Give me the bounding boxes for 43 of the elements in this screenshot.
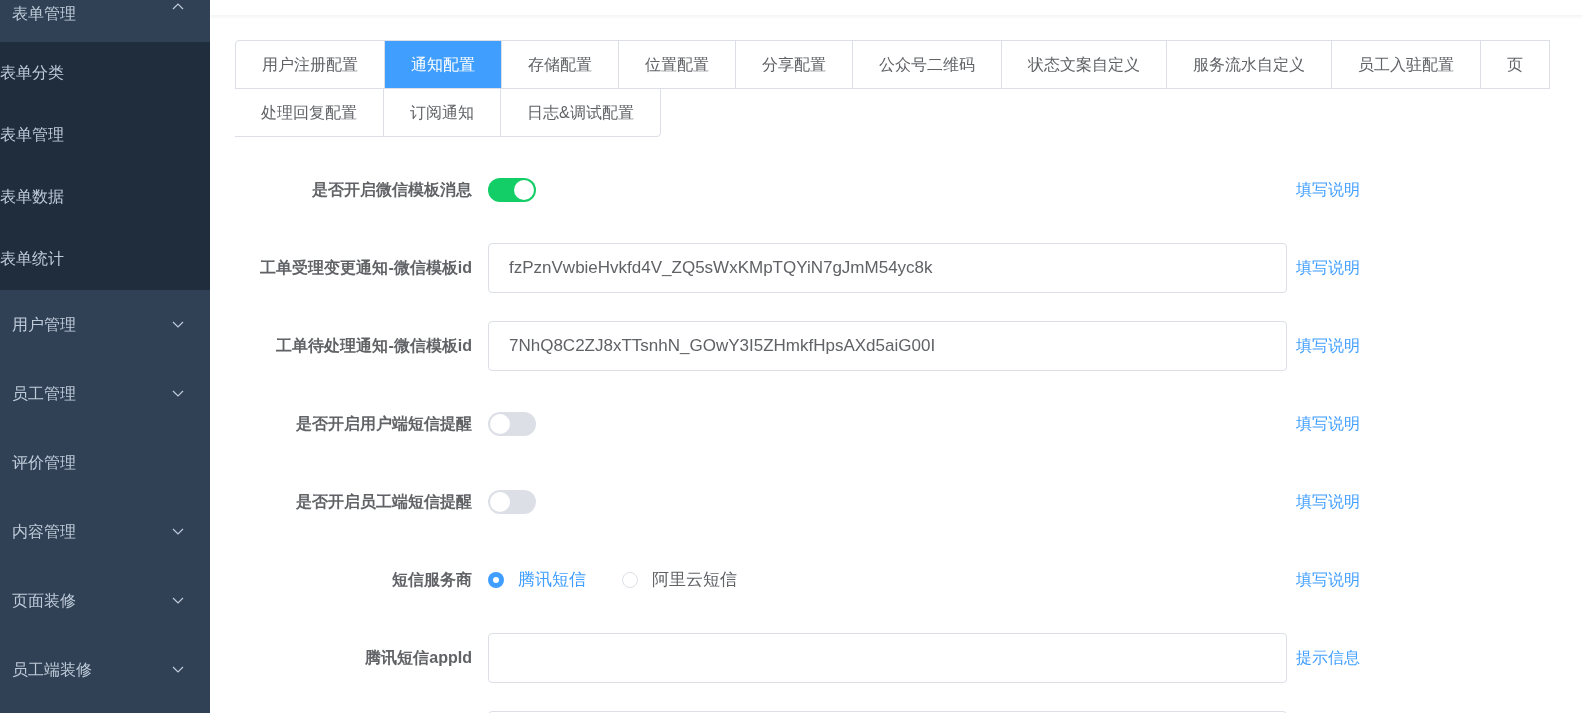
field-label: 是否开启微信模板消息 <box>312 180 472 200</box>
menu-item[interactable]: 员工管理 <box>0 359 210 428</box>
tab[interactable]: 用户注册配置 <box>235 40 385 89</box>
submenu-item[interactable]: 表单统计 <box>0 228 210 290</box>
chevron-down-icon <box>172 389 184 398</box>
tab[interactable]: 处理回复配置 <box>235 88 384 137</box>
menu-item[interactable]: 员工端装修 <box>0 635 210 704</box>
field-label: 短信服务商 <box>392 570 472 590</box>
chevron-down-icon <box>172 596 184 605</box>
menu-item[interactable]: 用户管理 <box>0 290 210 359</box>
chevron-down-icon <box>172 527 184 536</box>
tab[interactable]: 状态文案自定义 <box>1001 40 1167 89</box>
submenu-item[interactable]: 表单数据 <box>0 166 210 228</box>
text-input[interactable]: fzPznVwbieHvkfd4V_ZQ5sWxKMpTQYiN7gJmM54yc8k <box>488 243 1287 293</box>
tab[interactable]: 页 <box>1480 40 1550 89</box>
menu-item[interactable]: 内容管理 <box>0 497 210 566</box>
toggle-switch[interactable] <box>488 178 536 202</box>
field-label: 腾讯短信appId <box>365 648 472 668</box>
tab[interactable]: 服务流水自定义 <box>1166 40 1332 89</box>
field-label: 是否开启用户端短信提醒 <box>296 414 472 434</box>
chevron-up-icon <box>172 2 184 10</box>
toggle-switch[interactable] <box>488 490 536 514</box>
tab[interactable]: 位置配置 <box>618 40 736 89</box>
text-input[interactable] <box>488 633 1287 683</box>
field-label: 工单受理变更通知-微信模板id <box>260 258 472 278</box>
chevron-down-icon <box>172 320 184 329</box>
menu-item[interactable]: 页面装修 <box>0 566 210 635</box>
radio-button[interactable] <box>622 572 638 588</box>
tab[interactable]: 公众号二维码 <box>852 40 1002 89</box>
tab[interactable]: 日志&调试配置 <box>500 88 661 137</box>
tab[interactable]: 员工入驻配置 <box>1331 40 1481 89</box>
field-label: 工单待处理通知-微信模板id <box>276 336 472 356</box>
tab[interactable]: 分享配置 <box>735 40 853 89</box>
radio-option[interactable]: 阿里云短信 <box>622 567 737 593</box>
text-input[interactable]: 7NhQ8C2ZJ8xTTsnhN_GOwY3I5ZHmkfHpsAXd5aiG00I <box>488 321 1287 371</box>
chevron-down-icon <box>172 665 184 674</box>
radio-button[interactable] <box>488 572 504 588</box>
menu-item[interactable]: 表单管理 <box>0 0 210 42</box>
submenu-item[interactable]: 表单分类 <box>0 42 210 104</box>
field-label: 是否开启员工端短信提醒 <box>296 492 472 512</box>
submenu-item[interactable]: 表单管理 <box>0 104 210 166</box>
toggle-switch[interactable] <box>488 412 536 436</box>
menu-item[interactable]: 评价管理 <box>0 428 210 497</box>
